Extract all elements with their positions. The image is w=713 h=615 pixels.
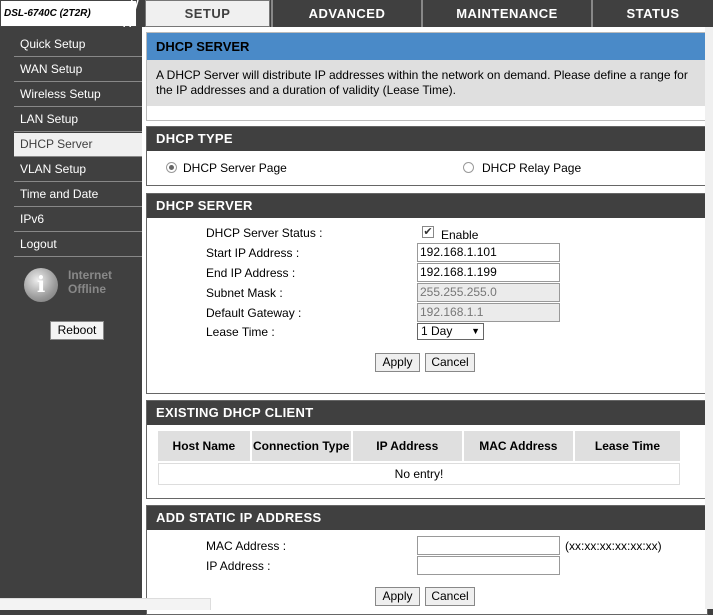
- tab-setup[interactable]: SETUP: [145, 0, 270, 27]
- clients-table: Host Name Connection Type IP Address MAC…: [156, 429, 682, 487]
- end-ip-label: End IP Address :: [206, 266, 296, 280]
- col-mac-address: MAC Address: [463, 431, 573, 461]
- col-lease-time: Lease Time: [574, 431, 680, 461]
- info-i-icon: i: [36, 272, 46, 298]
- sidebar-item-dhcp-server[interactable]: DHCP Server: [14, 133, 142, 157]
- sidebar-item-lan-setup[interactable]: LAN Setup: [14, 108, 142, 132]
- static-ip-panel: ADD STATIC IP ADDRESS MAC Address : (xx:…: [146, 505, 708, 615]
- dhcp-server-title: DHCP SERVER: [147, 194, 707, 218]
- sidebar-item-wireless-setup[interactable]: Wireless Setup: [14, 83, 142, 107]
- dhcp-type-panel: DHCP TYPE DHCP Server Page DHCP Relay Pa…: [146, 126, 708, 186]
- tab-maintenance[interactable]: MAINTENANCE: [423, 0, 591, 27]
- main-content: DHCP SERVER A DHCP Server will distribut…: [142, 27, 713, 615]
- subnet-mask-input: 255.255.255.0: [417, 283, 560, 302]
- static-ip-label: IP Address :: [206, 559, 271, 573]
- table-row: No entry!: [158, 463, 680, 485]
- logo-slashes-icon: [123, 0, 139, 27]
- apply-button[interactable]: Apply: [375, 353, 420, 372]
- col-connection-type: Connection Type: [251, 431, 351, 461]
- static-ip-title: ADD STATIC IP ADDRESS: [147, 506, 707, 530]
- existing-clients-title: EXISTING DHCP CLIENT: [147, 401, 707, 425]
- reboot-button[interactable]: Reboot: [50, 321, 104, 340]
- tab-advanced[interactable]: ADVANCED: [273, 0, 421, 27]
- lease-time-value: 1 Day: [421, 324, 453, 338]
- radio-dhcp-relay[interactable]: [463, 162, 474, 173]
- sidebar-item-wan-setup[interactable]: WAN Setup: [14, 58, 142, 82]
- internet-status-label: Internet: [68, 268, 113, 282]
- internet-status-value: Offline: [68, 282, 106, 296]
- dhcp-type-title: DHCP TYPE: [147, 127, 707, 151]
- existing-clients-panel: EXISTING DHCP CLIENT Host Name Connectio…: [146, 400, 708, 499]
- static-apply-button[interactable]: Apply: [375, 587, 420, 606]
- model-name: DSL-6740C (2T2R): [4, 8, 91, 19]
- enable-checkbox[interactable]: ✔: [422, 226, 434, 238]
- sidebar-item-time-and-date[interactable]: Time and Date: [14, 183, 142, 207]
- intro-title: DHCP SERVER: [147, 33, 707, 60]
- static-cancel-button[interactable]: Cancel: [425, 587, 475, 606]
- intro-panel: DHCP SERVER A DHCP Server will distribut…: [146, 32, 708, 121]
- enable-label: Enable: [441, 228, 479, 242]
- cancel-button[interactable]: Cancel: [425, 353, 475, 372]
- intro-text: A DHCP Server will distribute IP address…: [147, 60, 707, 106]
- lease-time-label: Lease Time :: [206, 325, 275, 339]
- sidebar-item-logout[interactable]: Logout: [14, 233, 142, 257]
- col-host-name: Host Name: [158, 431, 250, 461]
- dhcp-status-label: DHCP Server Status :: [206, 226, 323, 240]
- table-header-row: Host Name Connection Type IP Address MAC…: [158, 431, 680, 461]
- end-ip-input[interactable]: 192.168.1.199: [417, 263, 560, 282]
- no-entry-cell: No entry!: [158, 463, 680, 485]
- sidebar-item-quick-setup[interactable]: Quick Setup: [14, 33, 142, 57]
- radio-dhcp-relay-label: DHCP Relay Page: [482, 161, 582, 175]
- mac-format-hint: (xx:xx:xx:xx:xx:xx): [565, 539, 662, 553]
- start-ip-input[interactable]: 192.168.1.101: [417, 243, 560, 262]
- dhcp-server-panel: DHCP SERVER DHCP Server Status : ✔ Enabl…: [146, 193, 708, 394]
- default-gateway-input: 192.168.1.1: [417, 303, 560, 322]
- tab-status[interactable]: STATUS: [593, 0, 713, 27]
- sidebar-item-ipv6[interactable]: IPv6: [14, 208, 142, 232]
- lease-time-select[interactable]: 1 Day ▼: [417, 323, 484, 340]
- static-ip-input[interactable]: [417, 556, 560, 575]
- sidebar-item-vlan-setup[interactable]: VLAN Setup: [14, 158, 142, 182]
- col-ip-address: IP Address: [352, 431, 462, 461]
- mac-address-label: MAC Address :: [206, 539, 287, 553]
- mac-address-input[interactable]: [417, 536, 560, 555]
- radio-dhcp-server[interactable]: [166, 162, 177, 173]
- default-gateway-label: Default Gateway :: [206, 306, 302, 320]
- status-bar: [0, 598, 211, 610]
- sidebar: Quick Setup WAN Setup Wireless Setup LAN…: [14, 33, 142, 609]
- scrollbar[interactable]: [705, 27, 713, 609]
- start-ip-label: Start IP Address :: [206, 246, 300, 260]
- dropdown-arrow-icon: ▼: [471, 326, 480, 336]
- subnet-mask-label: Subnet Mask :: [206, 286, 283, 300]
- internet-status: i Internet Offline: [24, 266, 134, 306]
- radio-dhcp-server-label: DHCP Server Page: [183, 161, 287, 175]
